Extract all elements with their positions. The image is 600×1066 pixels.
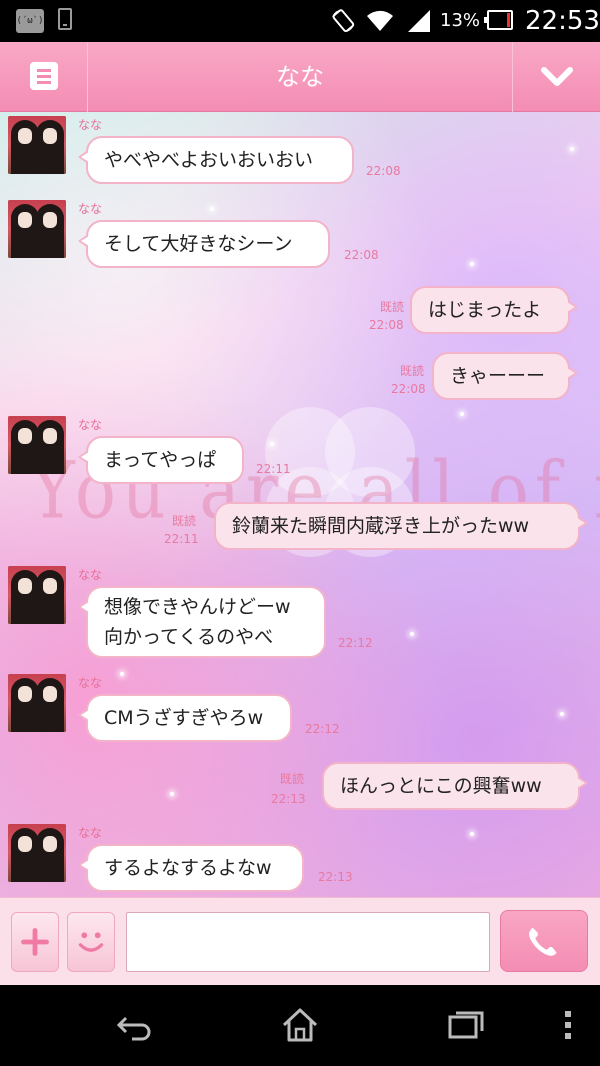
dropdown-button[interactable] [512,42,600,112]
message-text: CMうざすぎやろw [104,707,264,729]
message-timestamp: 22:08 [344,248,379,262]
message-timestamp: 22:12 [338,636,373,650]
chat-header: なな [0,42,600,112]
incoming-message-bubble[interactable]: やべやべよおいおいおい [78,136,354,184]
outgoing-message-bubble[interactable]: きゃーーー [432,352,578,400]
face-notification-icon: (´ω`) [16,9,44,33]
input-bar [0,897,600,985]
status-bar: (´ω`) 13% 22:53 [0,0,600,42]
incoming-message-bubble[interactable]: まってやっぱ [78,436,244,484]
call-button[interactable] [500,910,588,972]
chat-title: なな [276,63,324,91]
rotate-icon [332,9,355,33]
message-text: まってやっぱ [104,449,217,471]
message-text: きゃーーー [450,365,546,387]
navigation-bar [0,985,600,1066]
message-timestamp: 22:08 [391,382,426,396]
message-timestamp: 22:11 [256,462,291,476]
message-text: ほんっとにこの興奮ww [340,775,542,797]
read-receipt: 既読 [380,300,405,314]
menu-button[interactable] [0,42,88,112]
avatar[interactable] [8,116,66,174]
menu-icon [30,62,58,90]
message-timestamp: 22:13 [318,870,353,884]
message-text: 鈴蘭来た瞬間内蔵浮き上がったww [232,515,530,537]
outgoing-message-bubble[interactable]: 鈴蘭来た瞬間内蔵浮き上がったww [214,502,588,550]
incoming-message-bubble[interactable]: そして大好きなシーン [78,220,330,268]
signal-icon [408,10,430,32]
avatar[interactable] [8,674,66,732]
battery-percent: 13% [440,10,481,31]
avatar[interactable] [8,200,66,258]
read-receipt: 既読 [172,514,197,528]
message-timestamp: 22:08 [369,318,404,332]
chevron-down-icon [541,67,573,86]
chat-area[interactable]: You are all of me ななやべやべよおいおいおい22:08ななそし… [0,112,600,897]
clock: 22:53 [525,6,600,36]
message-text: そして大好きなシーン [104,233,293,255]
message-timestamp: 22:12 [305,722,340,736]
incoming-message-bubble[interactable]: CMうざすぎやろw [78,694,292,742]
sender-name: なな [78,202,103,216]
sender-name: なな [78,568,103,582]
avatar[interactable] [8,566,66,624]
message-text: はじまったよ [428,299,542,321]
outgoing-message-bubble[interactable]: ほんっとにこの興奮ww [322,762,588,810]
overflow-menu-icon[interactable] [548,1005,588,1045]
sender-name: なな [78,418,103,432]
message-timestamp: 22:11 [164,532,199,546]
sender-name: なな [78,676,103,690]
plus-button[interactable] [11,912,59,972]
phone-icon [58,8,72,30]
read-receipt: 既読 [280,772,305,786]
sender-name: なな [78,826,103,840]
message-text: やべやべよおいおいおい [104,149,314,171]
smiley-icon [78,932,104,952]
plus-icon [21,928,49,956]
recent-apps-icon[interactable] [446,1005,486,1045]
avatar[interactable] [8,416,66,474]
message-text: 向かってくるのやべ [104,626,274,648]
wifi-icon [367,10,393,31]
message-text: 想像できやんけどーw [104,596,291,618]
message-text: するよなするよなw [104,857,272,879]
back-icon[interactable] [114,1005,154,1045]
home-icon[interactable] [280,1005,320,1045]
message-timestamp: 22:08 [366,164,401,178]
avatar[interactable] [8,824,66,882]
battery-icon [484,10,513,30]
incoming-message-bubble[interactable]: するよなするよなw [78,844,304,892]
incoming-message-bubble[interactable]: 想像できやんけどーw 向かってくるのやべ [78,586,326,658]
message-timestamp: 22:13 [271,792,306,806]
read-receipt: 既読 [400,364,425,378]
outgoing-message-bubble[interactable]: はじまったよ [410,286,578,334]
emoji-button[interactable] [67,912,115,972]
message-input[interactable] [126,912,490,972]
sender-name: なな [78,118,103,132]
phone-call-icon [529,928,557,956]
